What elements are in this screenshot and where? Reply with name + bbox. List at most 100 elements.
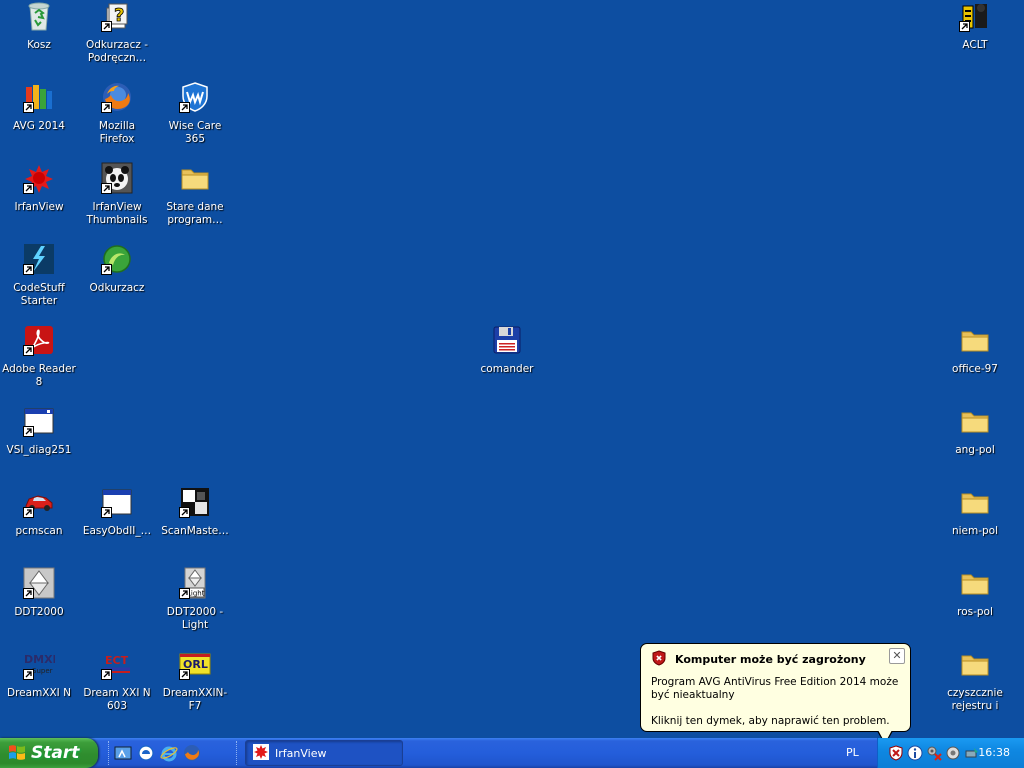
icon-label: DDT2000 - Light	[166, 606, 224, 631]
desktop: Kosz ? Odkurzacz - Podręczn… ACLT AVG 20…	[0, 0, 1024, 745]
desktop-icon-office-97[interactable]: office-97	[936, 324, 1014, 376]
start-button[interactable]: Start	[0, 738, 98, 768]
application-window-icon	[23, 405, 55, 437]
folder-icon	[959, 486, 991, 518]
windows-logo-icon	[8, 743, 26, 764]
info-tray-icon[interactable]	[907, 745, 923, 761]
desktop-icon-irfanview-thumbnails[interactable]: IrfanView Thumbnails	[78, 162, 156, 227]
shortcut-arrow-icon	[23, 102, 34, 113]
taskbar-clock[interactable]: 16:38	[978, 746, 1010, 759]
firefox-icon	[101, 81, 133, 113]
shortcut-arrow-icon	[101, 264, 112, 275]
dream603-badge: ECT	[105, 654, 129, 667]
desktop-icon-pcmscan[interactable]: pcmscan	[0, 486, 78, 538]
desktop-icon-odkurzacz[interactable]: Odkurzacz	[78, 243, 156, 295]
shortcut-arrow-icon	[23, 345, 34, 356]
icon-label: Dream XXI N 603	[83, 687, 151, 712]
irfanview-splash-icon	[23, 162, 55, 194]
icon-label: DreamXXIN-F7	[162, 687, 228, 712]
balloon-body: Program AVG AntiVirus Free Edition 2014 …	[651, 676, 900, 728]
avg-warning-balloon[interactable]: Komputer może być zagrożony ✕ Program AV…	[640, 643, 911, 745]
desktop-icon-odkurzacz-help[interactable]: ? Odkurzacz - Podręczn…	[78, 0, 156, 65]
avg-icon	[23, 81, 55, 113]
quick-launch-bar	[114, 744, 201, 762]
shortcut-arrow-icon	[23, 426, 34, 437]
odkurzacz-icon	[101, 243, 133, 275]
shortcut-arrow-icon	[101, 669, 112, 680]
dream603-logo-icon: ECT	[101, 648, 133, 680]
desktop-icon-vsi-diag251[interactable]: VSI_diag251	[0, 405, 78, 457]
icon-label: Mozilla Firefox	[98, 120, 136, 145]
icon-label: ScanMaste…	[161, 525, 229, 537]
shortcut-arrow-icon	[101, 183, 112, 194]
icon-label: Odkurzacz - Podręczn…	[85, 39, 148, 64]
floppy-disk-icon	[491, 324, 523, 356]
internet-explorer-icon[interactable]	[160, 744, 178, 762]
avg-warning-tray-icon[interactable]	[888, 745, 904, 761]
desktop-icon-ddt2000[interactable]: DDT2000	[0, 567, 78, 619]
start-label: Start	[31, 743, 80, 763]
shield-warning-icon	[651, 649, 667, 669]
car-icon	[23, 486, 55, 518]
icon-label: AVG 2014	[13, 120, 65, 132]
audio-tray-icon[interactable]	[945, 745, 961, 761]
desktop-icon-codestuff-starter[interactable]: CodeStuff Starter	[0, 243, 78, 308]
taskbar-button-label: IrfanView	[275, 746, 327, 760]
language-indicator[interactable]: PL	[846, 746, 859, 759]
ddt2000-light-icon: Light	[179, 567, 211, 599]
desktop-icon-irfanview[interactable]: IrfanView	[0, 162, 78, 214]
desktop-icon-avg-2014[interactable]: AVG 2014	[0, 81, 78, 133]
desktop-icon-adobe-reader[interactable]: Adobe Reader 8	[0, 324, 78, 389]
icon-label: niem-pol	[951, 525, 999, 537]
icon-label: ang-pol	[955, 444, 995, 456]
shortcut-arrow-icon	[179, 588, 190, 599]
desktop-icon-dream-xxi-n-603[interactable]: ECT Dream XXI N 603	[78, 648, 156, 713]
quick-launch-grip[interactable]	[108, 741, 111, 765]
dreamxxi-logo-icon: DMXLSuper	[23, 648, 55, 680]
desktop-icon-firefox[interactable]: Mozilla Firefox	[78, 81, 156, 146]
icon-label: VSI_diag251	[6, 444, 72, 456]
desktop-icon-comander[interactable]: comander	[468, 324, 546, 376]
shortcut-arrow-icon	[23, 588, 34, 599]
shortcut-arrow-icon	[179, 669, 190, 680]
icon-label: office-97	[952, 363, 998, 375]
balloon-title: Komputer może być zagrożony	[675, 652, 866, 666]
desktop-icon-scanmaster[interactable]: ScanMaste…	[156, 486, 234, 538]
icon-label: IrfanView	[14, 201, 64, 213]
desktop-icon-ros-pol[interactable]: ros-pol	[936, 567, 1014, 619]
icon-label: DDT2000	[14, 606, 64, 618]
desktop-icon-easyobdii[interactable]: EasyObdII_…	[78, 486, 156, 538]
shortcut-arrow-icon	[23, 669, 34, 680]
windows-explorer-icon[interactable]	[137, 744, 155, 762]
desktop-icon-stare-dane[interactable]: Stare dane program…	[156, 162, 234, 227]
desktop-icon-kosz[interactable]: Kosz	[0, 0, 78, 52]
firefox-quicklaunch-icon[interactable]	[183, 744, 201, 762]
taskbar-grip[interactable]	[236, 741, 239, 765]
svg-text:?: ?	[114, 5, 124, 26]
balloon-message: Program AVG AntiVirus Free Edition 2014 …	[651, 676, 899, 701]
desktop-icon-dreamxxin-f7[interactable]: ORL DreamXXIN-F7	[156, 648, 234, 713]
icon-label: pcmscan	[15, 525, 63, 537]
icon-label: Kosz	[27, 39, 51, 51]
desktop-icon-niem-pol[interactable]: niem-pol	[936, 486, 1014, 538]
adobe-reader-icon	[23, 324, 55, 356]
taskbar: Start IrfanView PL 16:38	[0, 738, 1024, 768]
desktop-icon-wise-care-365[interactable]: Wise Care 365	[156, 81, 234, 146]
show-desktop-icon[interactable]	[114, 744, 132, 762]
shortcut-arrow-icon	[23, 264, 34, 275]
desktop-icon-ang-pol[interactable]: ang-pol	[936, 405, 1014, 457]
desktop-icon-dreamxxi-n[interactable]: DMXLSuper DreamXXI N	[0, 648, 78, 700]
shortcut-arrow-icon	[179, 507, 190, 518]
shortcut-arrow-icon	[101, 102, 112, 113]
icon-label: Stare dane program…	[166, 201, 224, 226]
desktop-icon-aclt[interactable]: ACLT	[936, 0, 1014, 52]
system-tray: 16:38	[877, 738, 1024, 768]
icon-label: ros-pol	[957, 606, 993, 618]
balloon-close-button[interactable]: ✕	[889, 648, 905, 664]
desktop-icon-ddt2000-light[interactable]: Light DDT2000 - Light	[156, 567, 234, 632]
desktop-icon-czyszcznie[interactable]: czyszcznie rejestru i dysku	[936, 648, 1014, 713]
codestuff-lightning-icon	[23, 243, 55, 275]
network-settings-tray-icon[interactable]	[926, 745, 942, 761]
taskbar-button-irfanview[interactable]: IrfanView	[245, 740, 403, 766]
ddt2000-icon	[23, 567, 55, 599]
